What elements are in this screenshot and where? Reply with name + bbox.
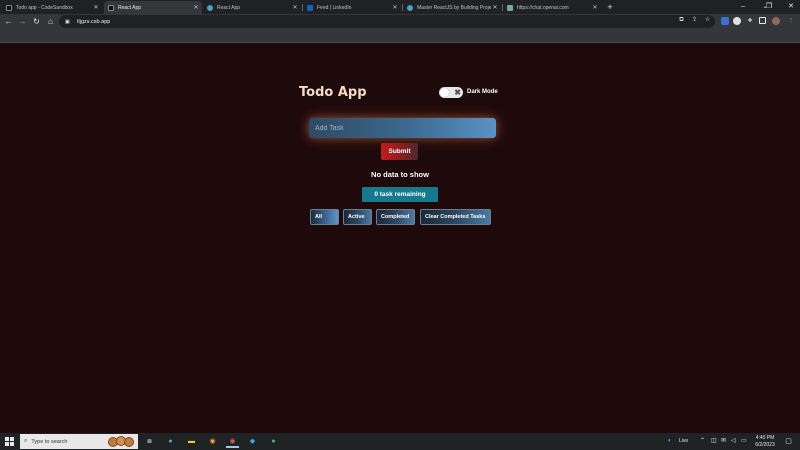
bookmark-star-icon[interactable]: ☆ bbox=[703, 16, 712, 25]
tab-title: https://chat.openai.com bbox=[517, 4, 569, 11]
lock-icon[interactable]: ▣ bbox=[65, 19, 71, 25]
close-icon[interactable]: ✕ bbox=[92, 4, 100, 11]
linkedin-icon bbox=[307, 4, 313, 11]
close-icon[interactable]: ✕ bbox=[491, 4, 499, 11]
system-clock[interactable]: 4:40 PM 6/2/2023 bbox=[752, 435, 778, 448]
dark-mode-toggle[interactable]: ✖ bbox=[439, 87, 463, 98]
tab-master-reactjs[interactable]: Master ReactJS by Building Proje ✕ bbox=[403, 1, 501, 14]
clock-date: 6/2/2023 bbox=[755, 441, 775, 448]
tab-title: React App bbox=[118, 4, 142, 11]
notification-icon[interactable]: ▢ bbox=[784, 437, 793, 446]
toggle-knob bbox=[440, 88, 449, 97]
toggle-off-icon: ✖ bbox=[454, 88, 461, 97]
filter-all-button[interactable]: All bbox=[310, 209, 339, 225]
page-title: Todo App bbox=[299, 85, 367, 100]
taskbar-search[interactable]: ⌕ Type to search bbox=[20, 434, 138, 449]
profile-avatar[interactable] bbox=[772, 17, 780, 25]
tasks-remaining-badge: 0 task remaining bbox=[362, 187, 438, 202]
empty-state-message: No data to show bbox=[371, 170, 429, 179]
tab-react-app-active[interactable]: React App ✕ bbox=[104, 1, 202, 14]
codesandbox-icon bbox=[6, 4, 12, 11]
clear-completed-button[interactable]: Clear Completed Tasks bbox=[420, 209, 491, 225]
volume-icon[interactable]: ◁ bbox=[731, 436, 736, 446]
tab-codesandbox[interactable]: Todo app - CodeSandbox ✕ bbox=[2, 1, 102, 14]
react-app-icon bbox=[108, 4, 114, 11]
close-icon[interactable]: ✕ bbox=[291, 4, 299, 11]
kebab-menu-icon[interactable]: ⋮ bbox=[787, 17, 795, 25]
reload-icon[interactable]: ↻ bbox=[31, 16, 42, 27]
sidepanel-icon[interactable] bbox=[759, 17, 766, 24]
weather-icon[interactable]: ◐ bbox=[668, 436, 672, 446]
network-icon[interactable]: ◫ bbox=[711, 436, 717, 446]
search-icon: ⌕ bbox=[24, 438, 28, 444]
file-explorer-icon[interactable]: ▬ bbox=[185, 435, 198, 448]
forward-icon[interactable]: → bbox=[17, 16, 28, 27]
extension-blue-icon[interactable] bbox=[721, 17, 729, 25]
weather-label[interactable]: Live bbox=[679, 436, 688, 446]
filter-active-button[interactable]: Active bbox=[343, 209, 372, 225]
language-icon[interactable]: ✉ bbox=[721, 436, 726, 446]
windows-start-icon[interactable] bbox=[5, 437, 14, 446]
battery-icon[interactable]: ▭ bbox=[741, 436, 747, 446]
submit-button[interactable]: Submit bbox=[381, 143, 418, 160]
puzzle-icon[interactable]: ✚ bbox=[746, 17, 754, 25]
filter-completed-button[interactable]: Completed bbox=[376, 209, 415, 225]
add-task-input[interactable] bbox=[309, 118, 496, 138]
minimize-button[interactable]: – bbox=[736, 1, 750, 12]
search-placeholder: Type to search bbox=[31, 438, 68, 445]
tab-title: Todo app - CodeSandbox bbox=[16, 4, 73, 11]
close-window-button[interactable]: ✕ bbox=[784, 1, 798, 12]
home-icon[interactable]: ⌂ bbox=[45, 16, 56, 27]
extension-avatar-icon[interactable] bbox=[733, 17, 741, 25]
close-icon[interactable]: ✕ bbox=[192, 4, 200, 11]
share-icon[interactable]: ⇪ bbox=[690, 16, 699, 25]
vscode-icon[interactable]: ◆ bbox=[246, 435, 259, 448]
tab-linkedin[interactable]: Feed | LinkedIn ✕ bbox=[303, 1, 401, 14]
close-icon[interactable]: ✕ bbox=[591, 4, 599, 11]
tab-title: React App bbox=[217, 4, 241, 11]
install-icon[interactable]: ⧉ bbox=[677, 16, 686, 25]
tab-chat-openai[interactable]: https://chat.openai.com ✕ bbox=[503, 1, 601, 14]
browser-toolbar: ← → ↻ ⌂ ▣ tljgzs.csb.app ⧉ ⇪ ☆ ✚ ⋮ bbox=[0, 14, 800, 29]
globe-icon bbox=[207, 4, 213, 11]
openai-icon bbox=[507, 4, 513, 11]
task-view-icon[interactable]: ⧈ bbox=[143, 435, 156, 448]
search-highlight-image bbox=[108, 436, 134, 447]
clock-time: 4:40 PM bbox=[755, 435, 775, 441]
tab-title: Feed | LinkedIn bbox=[317, 4, 352, 11]
globe-icon bbox=[407, 4, 413, 11]
chevron-up-icon[interactable]: ⌃ bbox=[700, 436, 705, 446]
tab-strip: Todo app - CodeSandbox ✕ React App ✕ Rea… bbox=[0, 0, 800, 14]
bookmark-bar bbox=[0, 29, 800, 43]
close-icon[interactable]: ✕ bbox=[391, 4, 399, 11]
address-bar[interactable]: ▣ tljgzs.csb.app bbox=[59, 15, 715, 28]
dark-mode-label: Dark Mode bbox=[467, 89, 498, 95]
whatsapp-icon[interactable]: ● bbox=[267, 435, 280, 448]
edge-icon[interactable]: ● bbox=[164, 435, 177, 448]
tab-title: Master ReactJS by Building Proje bbox=[417, 4, 491, 11]
url-text[interactable]: tljgzs.csb.app bbox=[77, 19, 110, 25]
new-tab-button[interactable]: + bbox=[605, 2, 615, 12]
back-icon[interactable]: ← bbox=[3, 16, 14, 27]
taskbar: ⌕ Type to search ⧈ ● ▬ ◉ ◉ ◆ ● ◐ Live ⌃ … bbox=[0, 433, 800, 450]
restore-button[interactable]: ❐ bbox=[762, 1, 776, 12]
tab-react-app[interactable]: React App ✕ bbox=[203, 1, 301, 14]
chrome-icon[interactable]: ◉ bbox=[206, 435, 219, 448]
chrome-active-icon[interactable]: ◉ bbox=[226, 435, 239, 448]
